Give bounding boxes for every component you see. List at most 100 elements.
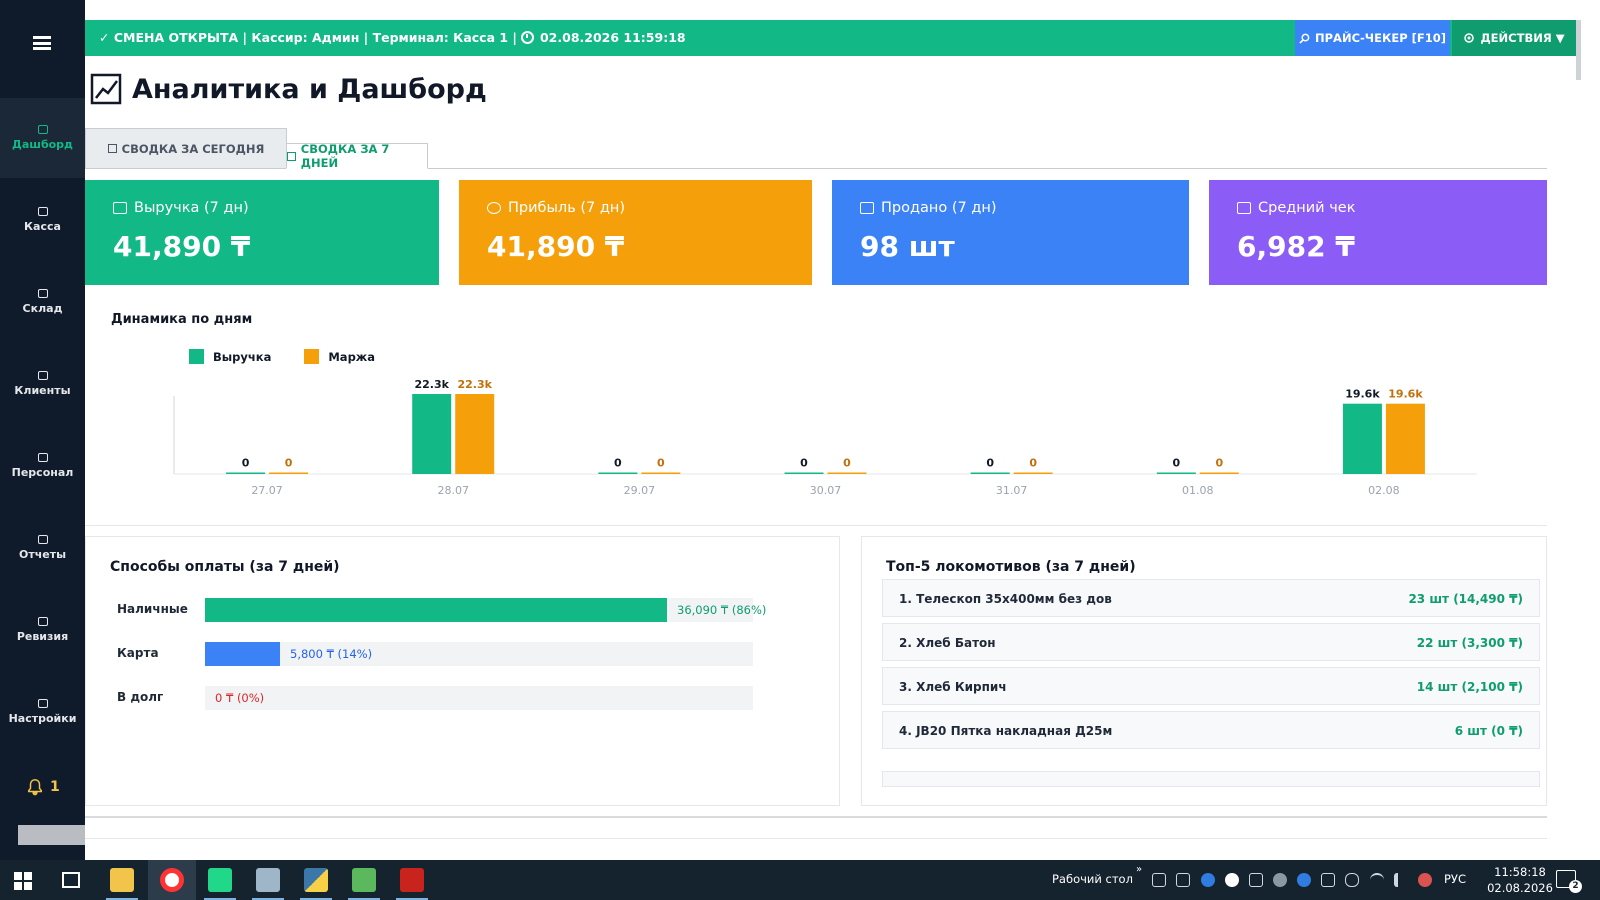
folder-icon: [110, 868, 134, 892]
top-product-item[interactable]: 3. Хлеб Кирпич 14 шт (2,100 ₸): [882, 667, 1540, 705]
bar-data-label: 0: [843, 457, 851, 470]
x-tick-label: 02.08: [1368, 484, 1400, 497]
taskbar-pycharm[interactable]: [196, 860, 244, 900]
tray-icon[interactable]: [1321, 873, 1335, 887]
toolbar-chevron-icon[interactable]: »: [1136, 864, 1142, 875]
gear-icon: [1464, 33, 1475, 43]
sidebar-item-inventory-audit[interactable]: Ревизия: [0, 590, 85, 670]
kpi-card-sold: Продано (7 дн) 98 шт: [832, 180, 1189, 285]
taskbar-image-app[interactable]: [340, 860, 388, 900]
top-product-item[interactable]: 4. JB20 Пятка накладная Д25м 6 шт (0 ₸): [882, 711, 1540, 749]
payment-methods-title: Способы оплаты (за 7 дней): [110, 559, 340, 575]
sidebar-item-warehouse[interactable]: Склад: [0, 262, 85, 342]
payment-value: 0 ₸ (0%): [215, 691, 265, 705]
sidebar-item-dashboard[interactable]: Дашборд: [0, 98, 85, 178]
actions-menu-button[interactable]: ДЕЙСТВИЯ ▼: [1452, 20, 1576, 56]
sidebar-item-label: Отчеты: [18, 548, 67, 561]
tab-today-summary[interactable]: СВОДКА ЗА СЕГОДНЯ: [85, 128, 287, 168]
bar-revenue: [412, 394, 452, 474]
tray-icon[interactable]: [1297, 873, 1311, 887]
kpi-value: 6,982 ₸: [1237, 230, 1355, 263]
payment-row-card: Карта 5,800 ₸ (14%): [117, 642, 767, 666]
price-checker-button[interactable]: ПРАЙС-ЧЕКЕР [F10]: [1295, 20, 1450, 56]
page-title: Аналитика и Дашборд: [90, 73, 487, 105]
task-view-icon[interactable]: [62, 872, 80, 888]
image-app-icon: [352, 868, 376, 892]
sidebar-item-label: Персонал: [11, 466, 74, 479]
yandex-tray-icon[interactable]: [1225, 873, 1239, 887]
shift-datetime: 02.08.2026 11:59:18: [539, 30, 686, 45]
bar-data-label: 0: [800, 457, 808, 470]
bar-data-label: 0: [242, 457, 250, 470]
product-stats: 6 шт (0 ₸): [1454, 724, 1523, 738]
tab-week-summary[interactable]: СВОДКА ЗА 7 ДНЕЙ: [286, 142, 428, 170]
product-name: 1. Телескоп 35х400мм без дов: [899, 592, 1112, 606]
taskbar-file-explorer[interactable]: [98, 860, 146, 900]
windows-start-button[interactable]: [14, 872, 32, 890]
top-product-item[interactable]: 1. Телескоп 35х400мм без дов 23 шт (14,4…: [882, 579, 1540, 617]
bar-data-label: 0: [1029, 457, 1037, 470]
top-products-panel: Топ-5 локомотивов (за 7 дней) 1. Телеско…: [861, 536, 1547, 806]
x-tick-label: 31.07: [996, 484, 1027, 497]
sidebar-item-cashier[interactable]: Касса: [0, 180, 85, 260]
tray-icon[interactable]: [1249, 873, 1263, 887]
payment-value: 5,800 ₸ (14%): [290, 647, 373, 661]
notifications-button[interactable]: 1: [26, 778, 60, 796]
kpi-value: 41,890 ₸: [113, 230, 251, 263]
tray-icon[interactable]: [1152, 873, 1166, 887]
cash-icon: [113, 202, 127, 214]
chart-line-icon: [90, 73, 122, 105]
tray-icon[interactable]: [1201, 873, 1215, 887]
action-center-icon[interactable]: 2: [1556, 870, 1582, 893]
bar-data-label: 0: [1215, 457, 1223, 470]
desktop-toolbar-label[interactable]: Рабочий стол: [1052, 872, 1133, 886]
sidebar-item-reports[interactable]: Отчеты: [0, 508, 85, 588]
money-bag-icon: [487, 202, 501, 214]
sidebar-item-label: Касса: [24, 220, 61, 233]
box-icon: [860, 202, 874, 214]
bar-chart-icon: [1237, 202, 1251, 214]
kpi-label: Продано (7 дн): [881, 200, 997, 216]
bar-data-label: 22.3k: [457, 378, 492, 391]
shift-status-bar: ✓ СМЕНА ОТКРЫТА | Кассир: Админ | Термин…: [85, 20, 1581, 56]
main-window: ✓ СМЕНА ОТКРЫТА | Кассир: Админ | Термин…: [85, 0, 1581, 860]
taskbar-python[interactable]: [292, 860, 340, 900]
window-scrollbar[interactable]: [1576, 20, 1581, 80]
taskbar-yandex-browser[interactable]: [148, 860, 196, 900]
taskbar-python-app[interactable]: [244, 860, 292, 900]
tray-icon[interactable]: [1273, 873, 1287, 887]
microphone-icon[interactable]: [1345, 873, 1359, 887]
yandex-browser-icon: [160, 868, 184, 892]
language-indicator[interactable]: РУС: [1444, 872, 1466, 886]
sidebar: Дашборд Касса Склад Клиенты Персонал Отч…: [0, 0, 85, 860]
search-icon: [1299, 33, 1310, 44]
clients-icon: [37, 371, 48, 380]
x-tick-label: 01.08: [1182, 484, 1214, 497]
kpi-value: 41,890 ₸: [487, 230, 625, 263]
kpi-label: Средний чек: [1258, 200, 1356, 216]
top-products-title: Топ-5 локомотивов (за 7 дней): [886, 559, 1136, 575]
sidebar-item-label: Настройки: [8, 712, 77, 725]
top-product-item[interactable]: 2. Хлеб Батон 22 шт (3,300 ₸): [882, 623, 1540, 661]
payment-row-debt: В долг 0 ₸ (0%): [117, 686, 767, 710]
taskbar-filezilla[interactable]: [388, 860, 436, 900]
tray-icon[interactable]: [1176, 873, 1190, 887]
bell-icon: [27, 779, 43, 796]
sidebar-item-settings[interactable]: Настройки: [0, 672, 85, 752]
product-name: 3. Хлеб Кирпич: [899, 680, 1007, 694]
top-product-item-empty: [882, 771, 1540, 787]
sidebar-item-clients[interactable]: Клиенты: [0, 344, 85, 424]
python-app-icon: [256, 868, 280, 892]
taskbar-clock[interactable]: 11:58:18 02.08.2026: [1480, 864, 1560, 896]
sidebar-item-staff[interactable]: Персонал: [0, 426, 85, 506]
tray-icon[interactable]: [1418, 873, 1432, 887]
windows-taskbar: Рабочий стол » РУС 11:58:18 02.08.2026 2: [0, 860, 1600, 900]
volume-icon[interactable]: [1394, 873, 1408, 887]
calendar-icon: [287, 151, 296, 161]
hamburger-menu-icon[interactable]: [33, 36, 51, 50]
chart-icon: [37, 125, 48, 134]
tab-label: СВОДКА ЗА СЕГОДНЯ: [121, 141, 265, 156]
product-name: 4. JB20 Пятка накладная Д25м: [899, 724, 1113, 738]
wifi-icon[interactable]: [1370, 873, 1384, 887]
sidebar-scrollbar[interactable]: [18, 825, 85, 845]
